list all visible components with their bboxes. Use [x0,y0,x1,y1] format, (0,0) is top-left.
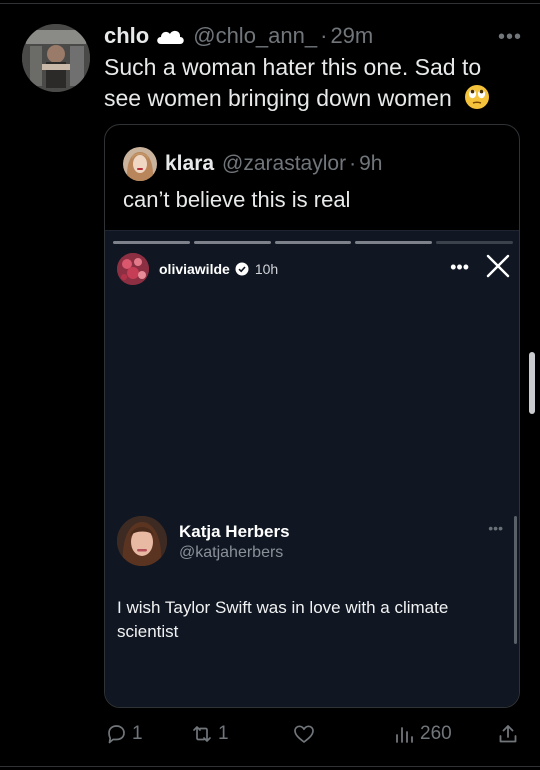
tweet-text: Such a woman hater this one. Sad to see … [104,54,482,111]
story-progress-segment [274,241,352,244]
avatar-klara[interactable] [123,147,157,181]
author-handle[interactable]: @chlo_ann_ [193,23,317,49]
quote-header: klara @zarastaylor · 9h [123,147,382,181]
author-name[interactable]: chlo [104,23,149,49]
verified-badge-icon [235,262,249,276]
share-icon [499,725,517,743]
quote-time[interactable]: 9h [359,152,382,176]
quoted-tweet-card[interactable]: klara @zarastaylor · 9h can’t believe th… [104,124,520,708]
cloud-icon [157,30,184,44]
avatar-oliviawilde[interactable] [117,253,149,285]
share-button[interactable] [496,722,520,746]
reply-button[interactable]: 1 [104,722,143,746]
story-progress-segment [355,241,433,244]
close-icon[interactable] [485,253,511,279]
repost-icon [193,726,211,742]
quote-separator-dot: · [349,152,357,175]
story-progress-segment [436,241,513,244]
views-count: 260 [420,723,452,744]
story-more-options-icon[interactable]: ••• [450,257,469,278]
quote-author-name[interactable]: klara [165,152,214,176]
story-username[interactable]: oliviawilde [159,261,230,277]
story-screenshot[interactable]: oliviawilde 10h ••• Katja Herbers @katja… [105,230,519,707]
more-options-icon[interactable]: ••• [498,26,522,49]
story-time: 10h [254,261,279,277]
reply-icon [108,725,125,744]
views-button[interactable]: 260 [392,722,452,746]
quote-author-handle[interactable]: @zarastaylor [222,152,346,176]
repost-count: 1 [218,723,229,744]
heart-icon [294,725,314,743]
shared-post-author-name: Katja Herbers [179,522,290,541]
like-button[interactable] [292,722,320,746]
page-scrollbar[interactable] [529,352,535,414]
tweet-header: chlo @chlo_ann_ · 29m [104,22,522,50]
reply-count: 1 [132,723,143,744]
story-progress-bars [113,241,513,244]
tweet-time[interactable]: 29m [330,23,373,49]
quote-text: can’t believe this is real [123,187,351,212]
story-header: oliviawilde 10h [117,253,278,285]
avatar-chlo[interactable] [22,24,90,92]
shared-post-text: I wish Taylor Swift was in love with a c… [117,598,449,641]
tweet-body: Such a woman hater this one. Sad to see … [104,52,524,114]
shared-post-author-handle: @katjaherbers [179,544,284,561]
eye-roll-emoji-icon [465,85,490,109]
bottom-divider [0,766,540,767]
shared-post-scrollbar [514,516,517,644]
avatar-katja-herbers [117,516,167,566]
top-divider [0,3,540,4]
tweet-action-bar: 1 1 260 [104,722,524,750]
repost-button[interactable]: 1 [190,722,229,746]
story-progress-segment [113,241,190,244]
story-progress-segment [193,241,271,244]
views-chart-icon [396,727,413,743]
shared-post-more-icon: ••• [488,520,503,536]
separator-dot: · [320,23,328,48]
